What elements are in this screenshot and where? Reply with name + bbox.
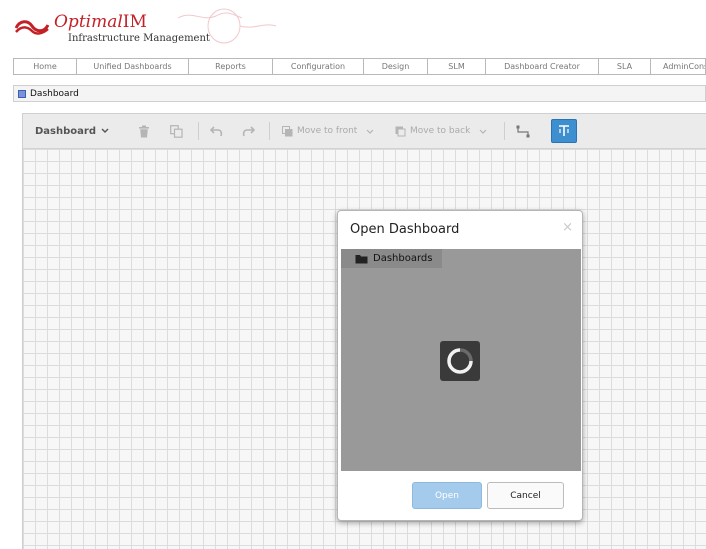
toolbar-divider <box>198 122 199 140</box>
close-icon[interactable]: × <box>562 220 573 235</box>
nav-item-slm[interactable]: SLM <box>428 58 486 75</box>
move-to-front-label: Move to front <box>297 126 358 136</box>
panel-title-text: Dashboard <box>30 88 79 99</box>
redo-icon <box>242 126 255 137</box>
folder-icon <box>355 254 368 263</box>
nav-item-dashboard-creator[interactable]: Dashboard Creator <box>486 58 599 75</box>
grid-snap-icon <box>559 125 569 136</box>
move-to-front-button[interactable]: Move to front <box>282 114 374 148</box>
connector-button[interactable] <box>516 114 530 148</box>
caret-down-icon <box>366 129 374 134</box>
dashboard-menu-label: Dashboard <box>35 125 96 137</box>
tree-node-label: Dashboards <box>373 253 433 264</box>
duplicate-button[interactable] <box>170 114 183 148</box>
delete-button[interactable] <box>138 114 150 148</box>
nav-item-design[interactable]: Design <box>364 58 428 75</box>
nav-item-adminconsole[interactable]: AdminConsole <box>651 58 706 75</box>
snap-to-grid-button[interactable] <box>551 119 577 143</box>
connector-icon <box>516 125 530 137</box>
bring-front-icon <box>282 125 293 136</box>
dashboard-tree-panel: Dashboards <box>341 249 581 471</box>
loading-spinner <box>440 341 480 381</box>
undo-button[interactable] <box>210 114 223 148</box>
brand-logo-text: OptimalIM <box>54 12 147 32</box>
app-header: OptimalIM Infrastructure Management <box>0 0 706 56</box>
panel-icon <box>18 89 26 98</box>
redo-button[interactable] <box>242 114 255 148</box>
nav-item-unified-dashboards[interactable]: Unified Dashboards <box>77 58 189 75</box>
nav-item-sla[interactable]: SLA <box>599 58 651 75</box>
open-button[interactable]: Open <box>412 482 482 509</box>
copy-icon <box>170 124 183 138</box>
main-navigation: Home Unified Dashboards Reports Configur… <box>13 58 706 75</box>
nav-item-home[interactable]: Home <box>13 58 77 75</box>
send-back-icon <box>395 126 406 136</box>
nav-item-configuration[interactable]: Configuration <box>273 58 364 75</box>
dashboard-panel-title: Dashboard <box>13 85 706 102</box>
trash-icon <box>139 125 149 137</box>
move-to-back-button[interactable]: Move to back <box>395 114 487 148</box>
caret-down-icon <box>101 128 109 133</box>
open-dashboard-dialog: Open Dashboard × Dashboards Open Cancel <box>337 210 583 521</box>
dashboard-menu-button[interactable]: Dashboard <box>35 114 109 148</box>
cancel-button[interactable]: Cancel <box>487 482 564 509</box>
nav-item-reports[interactable]: Reports <box>189 58 273 75</box>
editor-toolbar: Dashboard Move to front Move to back <box>23 114 706 149</box>
caret-down-icon <box>479 129 487 134</box>
tree-node-dashboards[interactable]: Dashboards <box>341 249 442 268</box>
toolbar-divider <box>269 122 270 140</box>
spinner-icon <box>447 348 473 374</box>
optimal-logo-icon <box>14 20 50 35</box>
decorative-swirl <box>177 8 277 44</box>
toolbar-divider <box>504 122 505 140</box>
undo-icon <box>210 126 223 137</box>
dialog-title: Open Dashboard <box>350 222 460 237</box>
move-to-back-label: Move to back <box>410 126 471 136</box>
